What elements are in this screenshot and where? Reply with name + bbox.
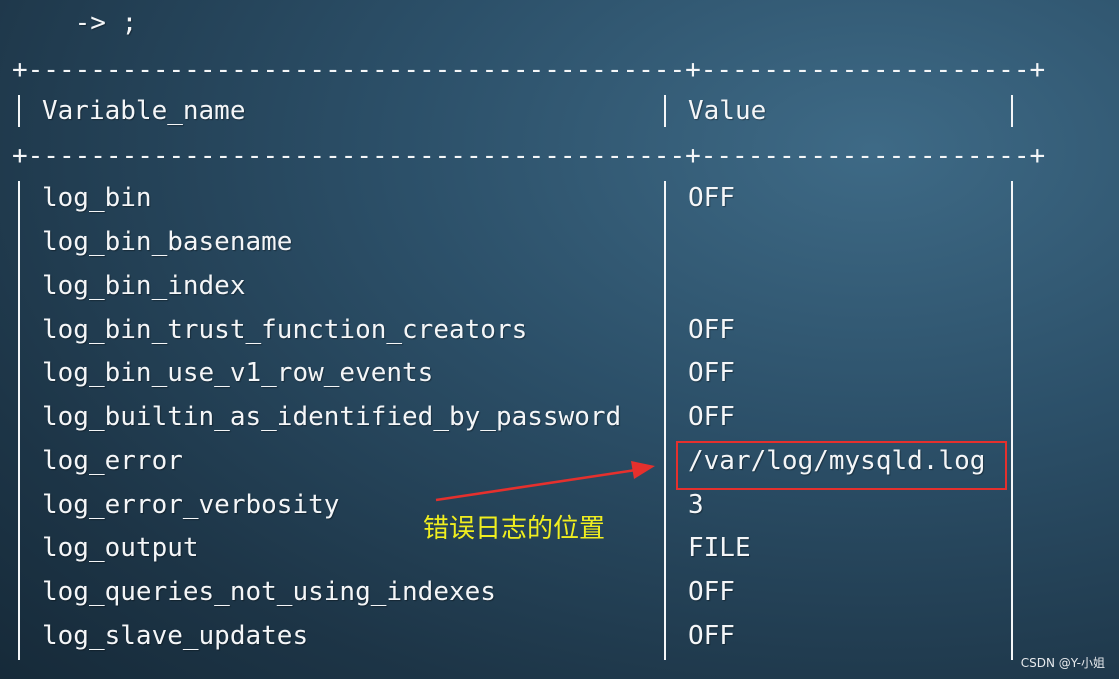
table-column-divider bbox=[1011, 95, 1013, 127]
terminal-window: -> ; +----------------------------------… bbox=[0, 0, 1119, 679]
row-value: OFF bbox=[688, 621, 735, 651]
row-variable-name: log_bin_index bbox=[42, 271, 246, 301]
table-column-divider bbox=[664, 181, 666, 660]
row-value: OFF bbox=[688, 577, 735, 607]
highlight-box bbox=[676, 441, 1007, 490]
row-variable-name: log_output bbox=[42, 533, 199, 563]
row-variable-name: log_slave_updates bbox=[42, 621, 309, 651]
table-top-border: +---------------------------------------… bbox=[12, 55, 1046, 85]
row-variable-name: log_error bbox=[42, 446, 183, 476]
row-value: OFF bbox=[688, 402, 735, 432]
row-value: 3 bbox=[688, 490, 704, 520]
row-value: OFF bbox=[688, 315, 735, 345]
row-variable-name: log_queries_not_using_indexes bbox=[42, 577, 496, 607]
prompt-continuation: -> ; bbox=[12, 8, 138, 38]
header-value: Value bbox=[688, 96, 767, 126]
table-column-divider bbox=[18, 181, 20, 660]
watermark: CSDN @Y-小姐 bbox=[1020, 656, 1105, 670]
row-value: OFF bbox=[688, 183, 735, 213]
table-header-border: +---------------------------------------… bbox=[12, 141, 1046, 171]
table-column-divider bbox=[1011, 181, 1013, 660]
row-variable-name: log_bin_trust_function_creators bbox=[42, 315, 528, 345]
header-variable-name: Variable_name bbox=[42, 96, 246, 126]
row-variable-name: log_builtin_as_identified_by_password bbox=[42, 402, 622, 432]
row-value: FILE bbox=[688, 533, 751, 563]
row-variable-name: log_bin_use_v1_row_events bbox=[42, 358, 434, 388]
row-value: OFF bbox=[688, 358, 735, 388]
table-column-divider bbox=[664, 95, 666, 127]
row-variable-name: log_bin_basename bbox=[42, 227, 293, 257]
table-column-divider bbox=[18, 95, 20, 127]
row-variable-name: log_error_verbosity bbox=[42, 490, 340, 520]
annotation-label: 错误日志的位置 bbox=[423, 514, 606, 544]
row-variable-name: log_bin bbox=[42, 183, 152, 213]
